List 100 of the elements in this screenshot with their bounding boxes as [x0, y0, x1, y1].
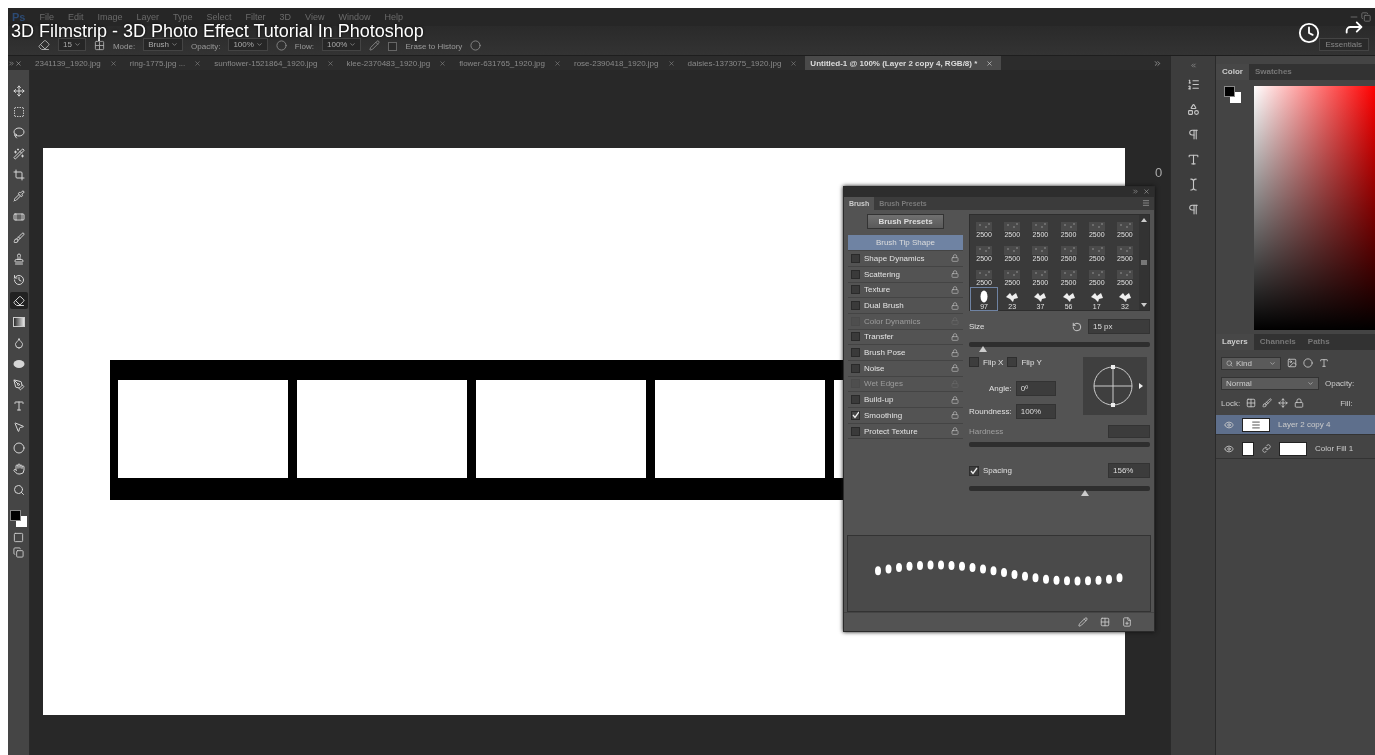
mode-select[interactable]: Brush — [143, 38, 184, 51]
scroll-down-icon[interactable] — [1141, 303, 1147, 308]
opacity-field[interactable]: 100% — [228, 38, 268, 51]
checkbox[interactable] — [851, 332, 860, 342]
document-tab[interactable]: ring-1775.jpg ... — [124, 56, 210, 70]
fill-label: Fill: — [1340, 398, 1353, 408]
layer-filter-select[interactable]: Kind — [1221, 356, 1281, 370]
eraser-icon[interactable] — [38, 39, 50, 51]
caret-icon[interactable] — [1269, 359, 1276, 367]
close-icon[interactable] — [439, 59, 447, 67]
document-tab[interactable]: klee-2370483_1920.jpg — [341, 56, 455, 70]
angle-roundness-widget[interactable] — [1083, 357, 1147, 416]
hardness-label: Hardness — [969, 427, 1004, 437]
expand-icon[interactable] — [8, 59, 15, 67]
eye-icon[interactable] — [1224, 443, 1234, 454]
flow-field[interactable]: 100% — [322, 38, 362, 51]
erase-history-checkbox[interactable] — [388, 42, 398, 51]
blend-mode-select[interactable]: Normal — [1221, 376, 1319, 390]
option-label[interactable]: Scattering — [864, 269, 947, 279]
slider-thumb[interactable] — [1080, 490, 1089, 497]
scroll-thumb[interactable] — [1141, 260, 1147, 266]
document-tab[interactable]: sunflower-1521864_1920.jpg — [209, 56, 342, 70]
lock-icon[interactable] — [1294, 398, 1305, 408]
close-icon[interactable] — [109, 59, 117, 67]
flip-y-label: Flip Y — [1021, 357, 1042, 367]
close-icon[interactable] — [326, 59, 334, 67]
checkbox[interactable] — [851, 426, 860, 436]
caret-icon[interactable] — [1307, 379, 1314, 387]
checkbox[interactable] — [851, 285, 860, 295]
checkbox[interactable] — [1007, 357, 1018, 368]
quick-mask-icon[interactable] — [13, 532, 24, 543]
eraser-icon[interactable] — [9, 292, 28, 309]
pencil-icon[interactable] — [1078, 616, 1088, 627]
checkbox[interactable] — [969, 357, 979, 368]
caret-icon[interactable] — [349, 41, 357, 48]
roundness-field[interactable]: 100% — [1015, 404, 1056, 420]
color-swatches-icon[interactable] — [9, 510, 28, 528]
option-label[interactable]: Shape Dynamics — [864, 253, 947, 263]
checkbox[interactable] — [969, 465, 979, 476]
brush-icon[interactable] — [1262, 398, 1273, 408]
close-icon[interactable] — [986, 59, 994, 67]
layer-row[interactable]: Color Fill 1 — [1216, 439, 1375, 459]
type-filter-icon[interactable] — [1319, 358, 1329, 368]
option-label[interactable]: Noise — [864, 363, 947, 373]
checkbox[interactable] — [851, 253, 860, 263]
layer-row[interactable]: Layer 2 copy 4 — [1216, 415, 1375, 435]
caret-icon[interactable] — [255, 41, 263, 48]
scroll-up-icon[interactable] — [1141, 218, 1147, 223]
document-tab[interactable]: Untitled-1 @ 100% (Layer 2 copy 4, RGB/8) * — [805, 56, 1002, 70]
document-tab[interactable]: daisies-1373075_1920.jpg — [682, 56, 806, 70]
more-tabs-icon[interactable] — [1153, 58, 1162, 68]
reset-icon[interactable] — [1072, 321, 1082, 332]
document-tab[interactable]: rose-2390418_1920.jpg — [569, 56, 683, 70]
clock-icon[interactable] — [1298, 22, 1320, 44]
brush-presets-button[interactable]: Brush Presets — [867, 214, 944, 230]
checkbox[interactable] — [851, 269, 860, 279]
restore-icon[interactable] — [1361, 12, 1371, 22]
round-tip-icon — [980, 290, 989, 304]
close-icon[interactable] — [554, 59, 561, 67]
close-icon[interactable] — [667, 59, 675, 67]
checkbox[interactable] — [851, 410, 860, 420]
image-filter-icon[interactable] — [1287, 358, 1297, 368]
checkbox[interactable] — [851, 363, 860, 373]
panel-tab[interactable]: Color — [1216, 64, 1249, 80]
eye-icon[interactable] — [1224, 419, 1234, 430]
angle-field[interactable]: 0º — [1015, 381, 1056, 397]
checkbox[interactable] — [851, 301, 860, 311]
workspace-select[interactable]: Essentials — [1318, 38, 1369, 51]
checkbox[interactable] — [851, 348, 860, 358]
screen-mode-icon[interactable] — [13, 547, 24, 558]
caret-icon[interactable] — [171, 41, 179, 48]
close-icon[interactable] — [15, 59, 22, 67]
collapse-icon[interactable] — [1132, 188, 1139, 196]
link-icon[interactable] — [1262, 444, 1271, 453]
collapse-icon[interactable] — [1189, 62, 1197, 69]
option-label[interactable]: Dual Brush — [864, 301, 947, 311]
color-swatches-icon[interactable] — [1224, 86, 1244, 106]
size-field[interactable]: 15 px — [1088, 319, 1150, 335]
close-icon[interactable] — [790, 59, 798, 67]
brush-size-field[interactable]: 15 — [58, 38, 86, 51]
hardness-field[interactable] — [1108, 425, 1150, 439]
scrollbar[interactable] — [1139, 215, 1149, 311]
document-tab[interactable]: 2341139_1920.jpg — [30, 56, 125, 70]
close-icon[interactable] — [194, 59, 202, 67]
move-icon[interactable] — [1278, 398, 1289, 408]
option-label[interactable]: Smoothing — [864, 410, 947, 420]
document-tab[interactable]: flower-631765_1920.jpg — [454, 56, 569, 70]
option-label[interactable]: Protect Texture — [864, 426, 947, 436]
option-label[interactable]: Texture — [864, 285, 947, 295]
option-label[interactable]: Brush Pose — [864, 348, 947, 358]
panel-tab[interactable]: Layers — [1216, 334, 1254, 350]
spacing-field[interactable]: 156% — [1108, 463, 1150, 479]
close-icon[interactable] — [1143, 188, 1150, 196]
checkbox[interactable] — [851, 395, 860, 405]
color-picker[interactable] — [1254, 86, 1375, 330]
option-label[interactable]: Transfer — [864, 332, 947, 342]
caret-icon[interactable] — [73, 41, 81, 48]
panel-menu-icon[interactable] — [1142, 199, 1150, 208]
option-label[interactable]: Build-up — [864, 395, 947, 405]
grid-icon[interactable] — [1100, 616, 1110, 627]
